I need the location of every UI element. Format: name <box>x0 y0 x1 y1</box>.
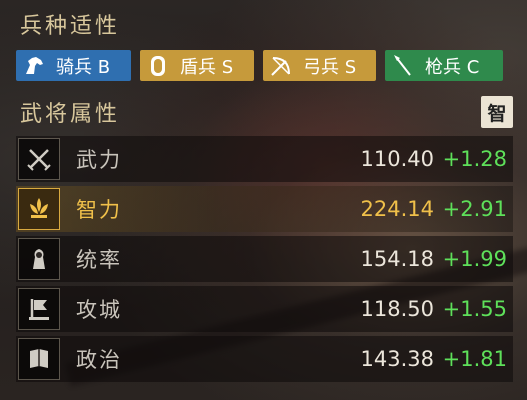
attribute-row-force: 武力 110.40 +1.28 <box>16 136 513 182</box>
attribute-bonus: +1.28 <box>442 147 507 171</box>
attribute-row-command: 统率 154.18 +1.99 <box>16 236 513 282</box>
general-attributes-title: 武将属性 <box>20 102 121 127</box>
attribute-label: 智力 <box>76 198 122 222</box>
troop-affinity-list: 骑兵 B 盾兵 S 弓兵 S 枪兵 C <box>16 50 503 81</box>
troop-chip-shield[interactable]: 盾兵 S <box>140 50 254 81</box>
troop-chip-label: 枪兵 C <box>425 56 480 78</box>
attribute-row-siege: 攻城 118.50 +1.55 <box>16 286 513 332</box>
book-icon <box>18 338 60 380</box>
troop-chip-label: 骑兵 B <box>56 56 111 78</box>
attribute-bonus: +1.81 <box>442 347 507 371</box>
attribute-value: 143.38 <box>360 347 434 371</box>
troop-chip-label: 弓兵 S <box>303 56 357 78</box>
command-icon <box>18 238 60 280</box>
attribute-label: 政治 <box>76 348 122 372</box>
troop-affinity-title: 兵种适性 <box>20 14 121 39</box>
attribute-label: 统率 <box>76 248 122 272</box>
troop-chip-label: 盾兵 S <box>180 56 234 78</box>
attribute-bonus: +1.55 <box>442 297 507 321</box>
spear-icon <box>391 54 415 78</box>
troop-chip-cavalry[interactable]: 骑兵 B <box>16 50 131 81</box>
attribute-bonus: +1.99 <box>442 247 507 271</box>
attribute-value: 118.50 <box>360 297 434 321</box>
attribute-label: 武力 <box>76 148 122 172</box>
intelligence-type-badge[interactable]: 智 <box>481 96 513 128</box>
attribute-value: 154.18 <box>360 247 434 271</box>
attribute-value: 110.40 <box>360 147 434 171</box>
attribute-label: 攻城 <box>76 298 122 322</box>
shield-icon <box>146 54 170 78</box>
attribute-row-politics: 政治 143.38 +1.81 <box>16 336 513 382</box>
swords-icon <box>18 138 60 180</box>
troop-chip-archer[interactable]: 弓兵 S <box>263 50 376 81</box>
flag-icon <box>18 288 60 330</box>
bow-icon <box>269 54 293 78</box>
troop-chip-spear[interactable]: 枪兵 C <box>385 50 503 81</box>
attribute-value: 224.14 <box>360 197 434 221</box>
attribute-bonus: +2.91 <box>442 197 507 221</box>
horse-icon <box>22 54 46 78</box>
attribute-row-intelligence: 智力 224.14 +2.91 <box>16 186 513 232</box>
attribute-list: 武力 110.40 +1.28 智力 224.14 +2.91 统率 154.1… <box>16 136 513 386</box>
general-info-panel: 兵种适性 骑兵 B 盾兵 S 弓兵 S 枪兵 C 武将属性 智 武力 110.4… <box>0 0 527 400</box>
lotus-icon <box>18 188 60 230</box>
